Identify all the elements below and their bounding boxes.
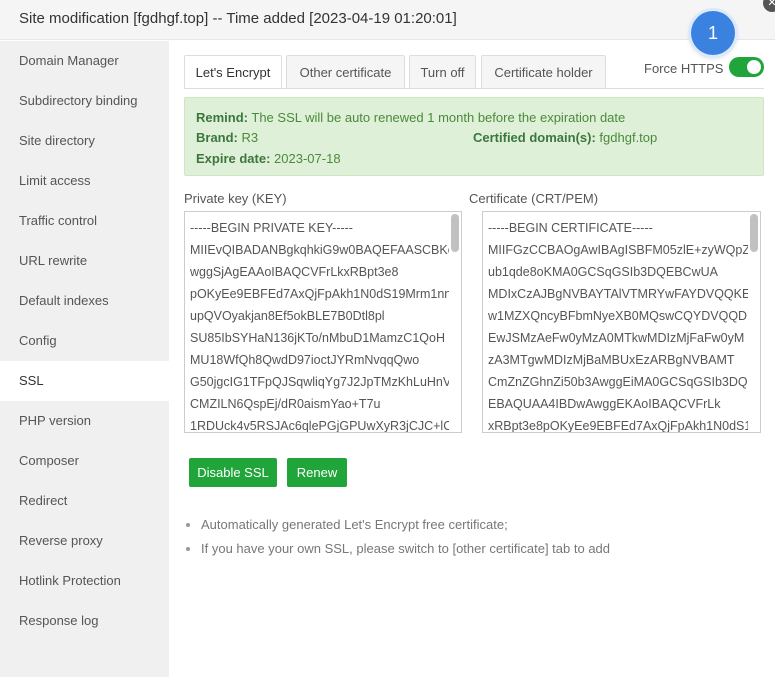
sidebar-item-url-rewrite[interactable]: URL rewrite	[0, 241, 169, 281]
tab-turn-off[interactable]: Turn off	[409, 55, 476, 88]
private-key-line: 1RDUck4v5RSJAc6qlePGjGPUwXyR3jCJC+lCX	[190, 419, 449, 433]
disable-ssl-button[interactable]: Disable SSL	[189, 458, 277, 487]
expire-row: Expire date: 2023-07-18	[196, 151, 341, 166]
expire-date-value: 2023-07-18	[274, 151, 341, 166]
brand-value: R3	[241, 130, 259, 145]
ssl-panel: Let's Encrypt Other certificate Turn off…	[169, 11, 775, 677]
private-key-line: G50jgcIG1TFpQJSqwliqYg7J2JpTMzKhLuHnV	[190, 375, 449, 389]
sidebar-item-site-directory[interactable]: Site directory	[0, 121, 169, 161]
sidebar-item-composer[interactable]: Composer	[0, 441, 169, 481]
remind-row: Remind: The SSL will be auto renewed 1 m…	[196, 110, 625, 125]
sidebar-item-domain-manager[interactable]: Domain Manager	[0, 41, 169, 81]
brand-label: Brand:	[196, 130, 238, 145]
certificate-text: -----BEGIN CERTIFICATE----- MIIFGzCCBAOg…	[488, 217, 748, 433]
private-key-line: MU18WfQh8QwdD97ioctJYRmNvqqQwo	[190, 353, 420, 367]
certificate-scroll-thumb[interactable]	[750, 214, 758, 252]
certificate-line: zA3MTgwMDIzMjBaMBUxEzARBgNVBAMT	[488, 353, 735, 367]
private-key-line: MIIEvQIBADANBgkqhkiG9w0BAQEFAASCBKc	[190, 243, 449, 257]
private-key-label: Private key (KEY)	[184, 191, 287, 206]
certified-domain-label: Certified domain(s):	[473, 130, 596, 145]
close-icon[interactable]: ✕	[763, 0, 775, 12]
private-key-scrollbar[interactable]	[451, 214, 459, 432]
tabs-divider	[184, 88, 764, 89]
tab-lets-encrypt[interactable]: Let's Encrypt	[184, 55, 282, 89]
private-key-line: pOKyEe9EBFEd7AxQjFpAkh1N0dS19Mrm1nn	[190, 287, 449, 301]
certified-domain-row: Certified domain(s): fgdhgf.top	[473, 130, 657, 145]
certificate-scrollbar[interactable]	[750, 214, 758, 432]
remind-label: Remind:	[196, 110, 248, 125]
dialog-titlebar: Site modification [fgdhgf.top] -- Time a…	[0, 0, 775, 40]
step-number-badge: 1	[691, 11, 735, 55]
sidebar-item-limit-access[interactable]: Limit access	[0, 161, 169, 201]
tab-certificate-holder[interactable]: Certificate holder	[481, 55, 606, 88]
sidebar-item-default-indexes[interactable]: Default indexes	[0, 281, 169, 321]
certificate-line: -----BEGIN CERTIFICATE-----	[488, 221, 653, 235]
sidebar-item-config[interactable]: Config	[0, 321, 169, 361]
certificate-line: EBAQUAA4IBDwAwggEKAoIBAQCVFrLk	[488, 397, 721, 411]
sidebar-item-hotlink-protection[interactable]: Hotlink Protection	[0, 561, 169, 601]
private-key-line: -----BEGIN PRIVATE KEY-----	[190, 221, 353, 235]
private-key-line: SU85IbSYHaN136jKTo/nMbuD1MamzC1QoH	[190, 331, 445, 345]
certified-domain-value: fgdhgf.top	[599, 130, 658, 145]
sidebar-item-response-log[interactable]: Response log	[0, 601, 169, 641]
certificate-line: MDIxCzAJBgNVBAYTAlVTMRYwFAYDVQQKE	[488, 287, 748, 301]
toggle-knob	[747, 60, 761, 74]
private-key-line: CMZILN6QspEj/dR0aismYao+T7u	[190, 397, 381, 411]
certificate-line: MIIFGzCCBAOgAwIBAgISBFM05zlE+zyWQpZ	[488, 243, 748, 257]
private-key-line: upQVOyakjan8Ef5okBLE7B0Dtl8pl	[190, 309, 385, 323]
sidebar-item-subdirectory-binding[interactable]: Subdirectory binding	[0, 81, 169, 121]
help-note: Automatically generated Let's Encrypt fr…	[184, 513, 764, 537]
certificate-textarea[interactable]: -----BEGIN CERTIFICATE----- MIIFGzCCBAOg…	[482, 211, 761, 433]
private-key-line: wggSjAgEAAoIBAQCVFrLkxRBpt3e8	[190, 265, 399, 279]
private-key-text: -----BEGIN PRIVATE KEY----- MIIEvQIBADAN…	[190, 217, 449, 433]
remind-text: The SSL will be auto renewed 1 month bef…	[251, 110, 626, 125]
sidebar-item-reverse-proxy[interactable]: Reverse proxy	[0, 521, 169, 561]
certificate-line: EwJSMzAeFw0yMzA0MTkwMDIzMjFaFw0yM	[488, 331, 745, 345]
private-key-scroll-thumb[interactable]	[451, 214, 459, 252]
help-note: If you have your own SSL, please switch …	[184, 537, 764, 561]
renew-button[interactable]: Renew	[287, 458, 347, 487]
ssl-info-box: Remind: The SSL will be auto renewed 1 m…	[184, 97, 764, 176]
force-https-label: Force HTTPS	[644, 61, 724, 76]
certificate-label: Certificate (CRT/PEM)	[469, 191, 599, 206]
sidebar-item-traffic-control[interactable]: Traffic control	[0, 201, 169, 241]
sidebar-item-php-version[interactable]: PHP version	[0, 401, 169, 441]
expire-date-label: Expire date:	[196, 151, 271, 166]
tab-other-certificate[interactable]: Other certificate	[286, 55, 405, 88]
certificate-line: w1MZXQncyBFbmNyeXB0MQswCQYDVQQD	[488, 309, 748, 323]
force-https-toggle[interactable]	[729, 57, 764, 77]
dialog-title: Site modification [fgdhgf.top] -- Time a…	[19, 10, 457, 27]
certificate-line: CmZnZGhnZi50b3AwggEiMA0GCSqGSIb3DQ	[488, 375, 748, 389]
help-notes: Automatically generated Let's Encrypt fr…	[184, 513, 764, 561]
brand-row: Brand: R3	[196, 130, 258, 145]
sidebar: Domain Manager Subdirectory binding Site…	[0, 41, 169, 677]
sidebar-item-ssl[interactable]: SSL	[0, 361, 169, 401]
certificate-line: ub1qde8oKMA0GCSqGSIb3DQEBCwUA	[488, 265, 718, 279]
private-key-textarea[interactable]: -----BEGIN PRIVATE KEY----- MIIEvQIBADAN…	[184, 211, 462, 433]
sidebar-item-redirect[interactable]: Redirect	[0, 481, 169, 521]
certificate-line: xRBpt3e8pOKyEe9EBFEd7AxQjFpAkh1N0dS1	[488, 419, 748, 433]
